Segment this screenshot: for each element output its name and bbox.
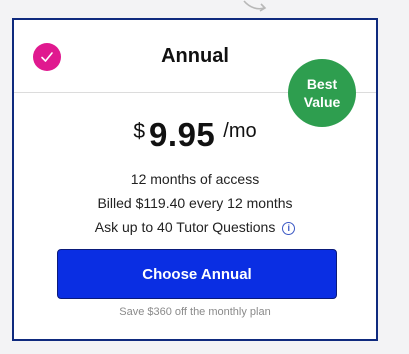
badge-line-2: Value [303,94,341,110]
feature-access-text: 12 months of access [130,171,260,187]
price-currency: $ [133,120,146,143]
plan-card-annual[interactable]: Annual Best Value $ 9.95 /mo 12 months o… [12,18,378,341]
price-period: /mo [223,120,257,142]
info-icon[interactable]: i [282,222,296,235]
feature-billing-text: Billed $119.40 every 12 months [97,195,293,211]
page: Annual Best Value $ 9.95 /mo 12 months o… [0,0,409,354]
savings-note: Save $360 off the monthly plan [119,306,271,318]
feature-tutor-questions-text: Ask up to 40 Tutor Questions [94,219,276,235]
feature-access: 12 months of access [14,171,376,187]
best-value-badge: Best Value [288,59,356,127]
price-amount: 9.95 [149,116,216,153]
badge-line-1: Best [306,76,338,92]
feature-tutor-questions: Ask up to 40 Tutor Questions i [14,219,376,235]
choose-annual-button[interactable]: Choose Annual [57,249,337,299]
feature-billing: Billed $119.40 every 12 months [14,195,376,211]
arrow-doodle-icon [243,0,267,12]
